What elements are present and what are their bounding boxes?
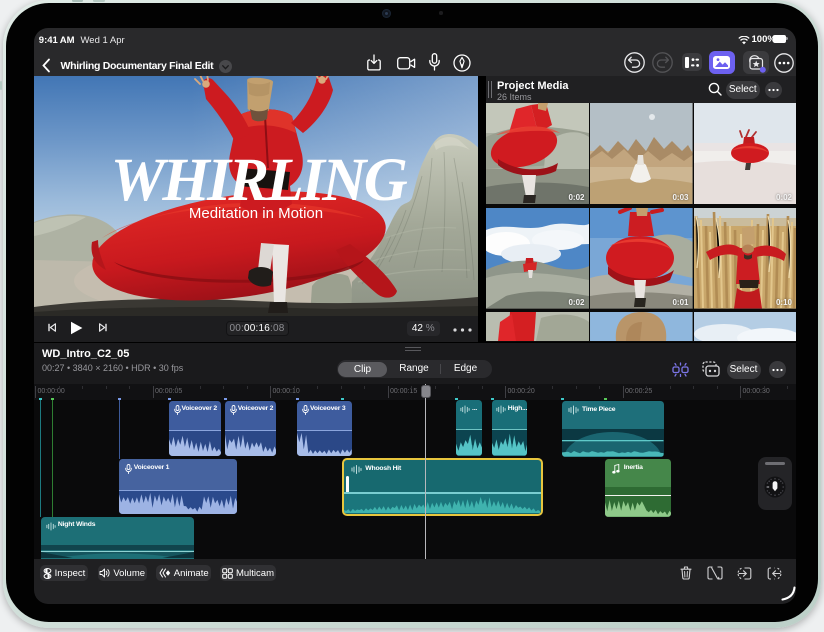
svg-text:WHIRLING: WHIRLING <box>110 147 407 214</box>
svg-text:Meditation in Motion: Meditation in Motion <box>188 205 322 222</box>
